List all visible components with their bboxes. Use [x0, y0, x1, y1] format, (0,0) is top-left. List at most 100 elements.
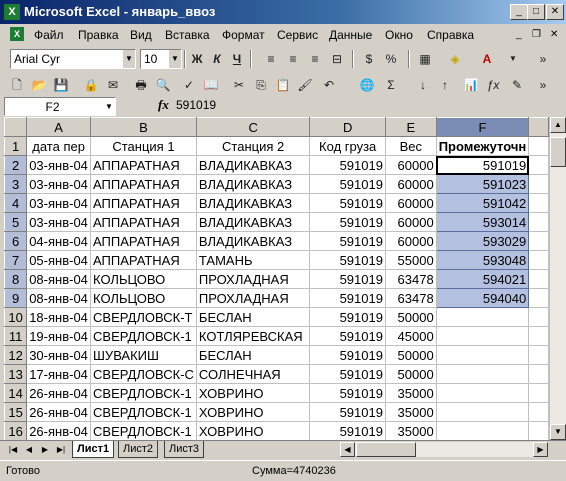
cell-f[interactable]: 591019 — [435, 155, 530, 175]
row-header[interactable]: 10 — [4, 307, 28, 327]
cell-a[interactable]: 05-янв-04 — [26, 250, 92, 270]
save-icon[interactable]: 💾 — [52, 76, 70, 94]
chevron-down-icon[interactable]: ▼ — [123, 50, 135, 68]
cell-c[interactable]: ВЛАДИКАВКАЗ — [195, 231, 311, 251]
cell-e[interactable]: 45000 — [384, 326, 437, 346]
cell-e[interactable]: 60000 — [384, 231, 437, 251]
minimize-button[interactable]: _ — [510, 4, 528, 20]
cell-g[interactable] — [528, 288, 549, 308]
email-icon[interactable]: ✉ — [104, 76, 122, 94]
cell-e[interactable]: 50000 — [384, 307, 437, 327]
cell-c[interactable]: СОЛНЕЧНАЯ — [195, 364, 311, 384]
cell-f[interactable]: 593048 — [435, 250, 530, 270]
cell-e[interactable]: 35000 — [384, 383, 437, 403]
undo-icon[interactable]: ↶ — [320, 76, 338, 94]
cell-d[interactable]: 591019 — [309, 231, 386, 251]
cell-a[interactable]: 08-янв-04 — [26, 269, 92, 289]
align-center-icon[interactable]: ≡ — [284, 50, 302, 68]
chart-wizard-icon[interactable]: 📊 — [462, 76, 480, 94]
paste-icon[interactable]: 📋 — [274, 76, 292, 94]
cell-d[interactable]: Код груза — [309, 136, 386, 156]
menu-help[interactable]: Справка — [427, 28, 474, 42]
cell-b[interactable]: Станция 1 — [90, 136, 197, 156]
cell-f[interactable]: 594040 — [435, 288, 530, 308]
prev-sheet-icon[interactable]: ◀ — [22, 443, 36, 457]
vertical-scrollbar[interactable]: ▲ ▼ — [549, 117, 566, 440]
next-sheet-icon[interactable]: ▶ — [38, 443, 52, 457]
toolbar-options-icon[interactable]: » — [534, 76, 552, 94]
column-header-next[interactable] — [528, 117, 549, 137]
row-header[interactable]: 8 — [4, 269, 28, 289]
cell-g[interactable] — [528, 326, 549, 346]
cell-d[interactable]: 591019 — [309, 269, 386, 289]
cell-f[interactable] — [435, 383, 530, 403]
menu-insert[interactable]: Вставка — [165, 28, 210, 42]
menu-data[interactable]: Данные — [329, 28, 372, 42]
cell-a[interactable]: 03-янв-04 — [26, 174, 92, 194]
align-left-icon[interactable]: ≡ — [262, 50, 280, 68]
cell-f[interactable] — [435, 364, 530, 384]
permission-icon[interactable]: 🔒 — [82, 76, 100, 94]
cell-f[interactable] — [435, 402, 530, 422]
spelling-icon[interactable]: ✓ — [180, 76, 198, 94]
row-header[interactable]: 13 — [4, 364, 28, 384]
cell-c[interactable]: ХОВРИНО — [195, 421, 311, 440]
menu-format[interactable]: Формат — [222, 28, 265, 42]
cell-d[interactable]: 591019 — [309, 326, 386, 346]
chevron-down-icon[interactable]: ▼ — [504, 50, 522, 68]
cell-g[interactable] — [528, 383, 549, 403]
sheet-tab-1[interactable]: Лист1 — [72, 441, 115, 458]
scroll-right-icon[interactable]: ▶ — [533, 442, 548, 457]
cell-a[interactable]: 08-янв-04 — [26, 288, 92, 308]
cell-a[interactable]: 03-янв-04 — [26, 212, 92, 232]
currency-icon[interactable]: $ — [360, 50, 378, 68]
format-painter-icon[interactable]: 🖌 — [296, 76, 314, 94]
cell-a[interactable]: 03-янв-04 — [26, 193, 92, 213]
cell-b[interactable]: КОЛЬЦОВО — [90, 288, 197, 308]
menu-file[interactable]: Файл — [34, 28, 64, 42]
print-preview-icon[interactable]: 🔍 — [154, 76, 172, 94]
cell-e[interactable]: 60000 — [384, 212, 437, 232]
cell-d[interactable]: 591019 — [309, 383, 386, 403]
toolbar-options-icon[interactable]: » — [534, 50, 552, 68]
cell-d[interactable]: 591019 — [309, 155, 386, 175]
font-color-icon[interactable]: A — [478, 50, 496, 68]
maximize-button[interactable]: □ — [527, 4, 545, 20]
select-all-button[interactable] — [4, 117, 28, 137]
row-header[interactable]: 3 — [4, 174, 28, 194]
column-header-a[interactable]: A — [26, 117, 92, 137]
cell-d[interactable]: 591019 — [309, 402, 386, 422]
row-header[interactable]: 12 — [4, 345, 28, 365]
cell-a[interactable]: 18-янв-04 — [26, 307, 92, 327]
cut-icon[interactable]: ✂ — [230, 76, 248, 94]
cell-g[interactable] — [528, 421, 549, 440]
cell-d[interactable]: 591019 — [309, 307, 386, 327]
sheet-tab-3[interactable]: Лист3 — [164, 441, 205, 458]
autosum-icon[interactable]: Σ — [382, 76, 400, 94]
cell-a[interactable]: 26-янв-04 — [26, 421, 92, 440]
sort-ascending-icon[interactable]: ↓ — [414, 76, 432, 94]
sort-descending-icon[interactable]: ↑ — [436, 76, 454, 94]
cell-a[interactable]: 26-янв-04 — [26, 402, 92, 422]
doc-close-button[interactable]: ✕ — [550, 29, 558, 40]
cell-g[interactable] — [528, 345, 549, 365]
borders-icon[interactable]: ▦ — [416, 50, 434, 68]
menu-view[interactable]: Вид — [130, 28, 152, 42]
cell-a[interactable]: 17-янв-04 — [26, 364, 92, 384]
cell-f[interactable]: 591023 — [435, 174, 530, 194]
cell-d[interactable]: 591019 — [309, 174, 386, 194]
cell-b[interactable]: СВЕРДЛОВСК-1 — [90, 421, 197, 440]
row-header[interactable]: 11 — [4, 326, 28, 346]
cell-g[interactable] — [528, 231, 549, 251]
horizontal-scrollbar[interactable]: ◀ ▶ — [340, 442, 548, 457]
column-header-e[interactable]: E — [384, 117, 437, 137]
cell-d[interactable]: 591019 — [309, 421, 386, 440]
chevron-down-icon[interactable]: ▼ — [169, 50, 181, 68]
cell-c[interactable]: ПРОХЛАДНАЯ — [195, 288, 311, 308]
percent-icon[interactable]: % — [382, 50, 400, 68]
cell-c[interactable]: ПРОХЛАДНАЯ — [195, 269, 311, 289]
underline-button[interactable]: Ч — [228, 50, 246, 68]
cell-b[interactable]: АППАРАТНАЯ — [90, 231, 197, 251]
horizontal-scroll-thumb[interactable] — [356, 442, 416, 457]
cell-d[interactable]: 591019 — [309, 345, 386, 365]
